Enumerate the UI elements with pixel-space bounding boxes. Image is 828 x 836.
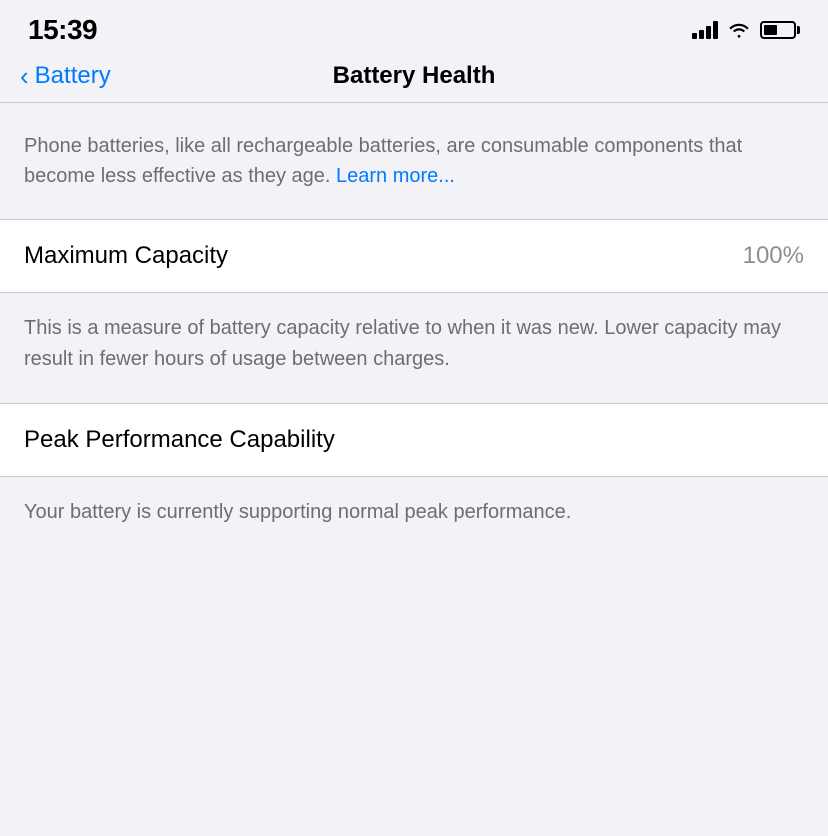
maximum-capacity-value: 100% xyxy=(743,242,804,270)
info-section: Phone batteries, like all rechargeable b… xyxy=(0,103,828,220)
battery-icon xyxy=(760,21,800,39)
learn-more-link[interactable]: Learn more... xyxy=(336,165,455,187)
peak-performance-row: Peak Performance Capability xyxy=(0,404,828,476)
page-title: Battery Health xyxy=(333,62,496,90)
battery-body xyxy=(760,21,796,39)
peak-description-section: Your battery is currently supporting nor… xyxy=(0,477,828,556)
signal-bar-1 xyxy=(692,33,697,39)
maximum-capacity-row: Maximum Capacity 100% xyxy=(0,220,828,292)
status-bar: 15:39 xyxy=(0,0,828,54)
battery-tip xyxy=(797,26,800,34)
nav-bar: ‹ Battery Battery Health xyxy=(0,54,828,103)
peak-performance-label: Peak Performance Capability xyxy=(24,426,335,453)
peak-performance-section: Peak Performance Capability xyxy=(0,404,828,477)
content: Phone batteries, like all rechargeable b… xyxy=(0,103,828,556)
signal-bar-2 xyxy=(699,30,704,39)
back-label: Battery xyxy=(35,62,111,90)
capacity-description-section: This is a measure of battery capacity re… xyxy=(0,293,828,404)
signal-bar-4 xyxy=(713,21,718,39)
wifi-icon xyxy=(728,22,750,38)
maximum-capacity-label: Maximum Capacity xyxy=(24,242,228,270)
signal-icon xyxy=(692,21,718,39)
status-icons xyxy=(692,21,800,39)
info-text: Phone batteries, like all rechargeable b… xyxy=(24,131,804,191)
battery-fill xyxy=(764,25,777,35)
signal-bar-3 xyxy=(706,26,711,39)
maximum-capacity-section: Maximum Capacity 100% xyxy=(0,220,828,293)
peak-description-text: Your battery is currently supporting nor… xyxy=(24,497,804,528)
back-button[interactable]: ‹ Battery xyxy=(20,62,111,90)
status-time: 15:39 xyxy=(28,14,97,46)
capacity-description-text: This is a measure of battery capacity re… xyxy=(24,313,804,375)
back-chevron-icon: ‹ xyxy=(20,63,29,89)
